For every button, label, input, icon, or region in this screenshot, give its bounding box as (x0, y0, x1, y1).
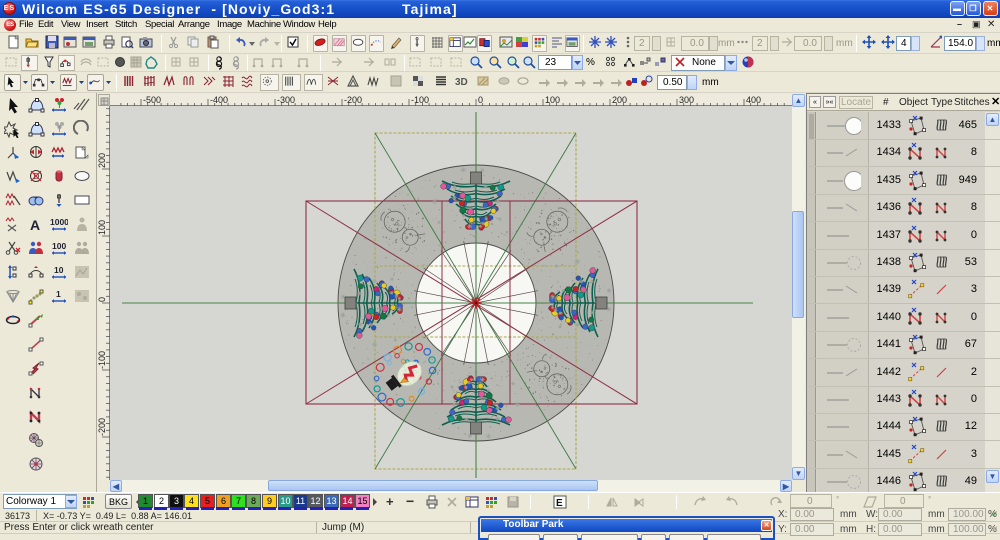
svg-text:100: 100 (52, 241, 66, 251)
svg-text:1000: 1000 (50, 217, 68, 227)
svg-text:-200: -200 (98, 418, 107, 436)
svg-text:-200: -200 (344, 95, 362, 105)
svg-text:200: 200 (98, 153, 107, 168)
svg-text:-500: -500 (143, 95, 161, 105)
svg-text:-300: -300 (277, 95, 295, 105)
svg-text:-100: -100 (98, 351, 107, 369)
svg-text:1: 1 (56, 289, 61, 299)
svg-text:400: 400 (746, 95, 761, 105)
svg-text:10: 10 (54, 265, 64, 275)
svg-text:A: A (30, 217, 40, 233)
svg-text:100: 100 (545, 95, 560, 105)
svg-text:0: 0 (478, 95, 483, 105)
svg-text:0: 0 (98, 297, 107, 302)
svg-text:100: 100 (98, 220, 107, 235)
svg-text:300: 300 (679, 95, 694, 105)
svg-text:-400: -400 (210, 95, 228, 105)
svg-text:-100: -100 (411, 95, 429, 105)
svg-text:200: 200 (612, 95, 627, 105)
svg-text:3D: 3D (455, 77, 468, 88)
svg-text:E: E (556, 498, 563, 509)
